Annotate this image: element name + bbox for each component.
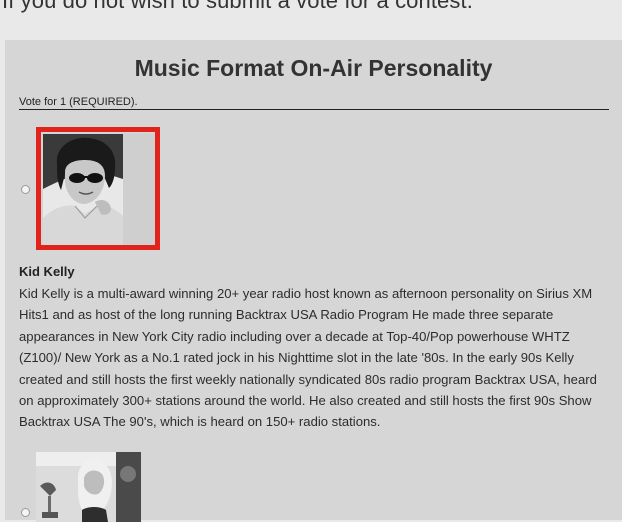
vote-instruction: Vote for 1 (REQUIRED).	[19, 96, 138, 108]
candidate-photo-kid-kelly	[43, 134, 123, 245]
instruction-text: If you do not wish to submit a vote for …	[2, 0, 473, 13]
candidate-bio: Kid Kelly is a multi-award winning 20+ y…	[19, 286, 597, 430]
contest-title: Music Format On-Air Personality	[134, 55, 493, 81]
photo-margin	[123, 134, 155, 245]
title-divider	[19, 109, 609, 110]
candidate-radio-kid-kelly[interactable]	[21, 185, 30, 194]
candidate-name: Kid Kelly	[19, 264, 75, 279]
contest-panel: Music Format On-Air Personality Vote for…	[5, 40, 622, 522]
candidate-photo-2	[36, 452, 141, 522]
candidate-photo-selected-frame[interactable]	[36, 127, 160, 250]
